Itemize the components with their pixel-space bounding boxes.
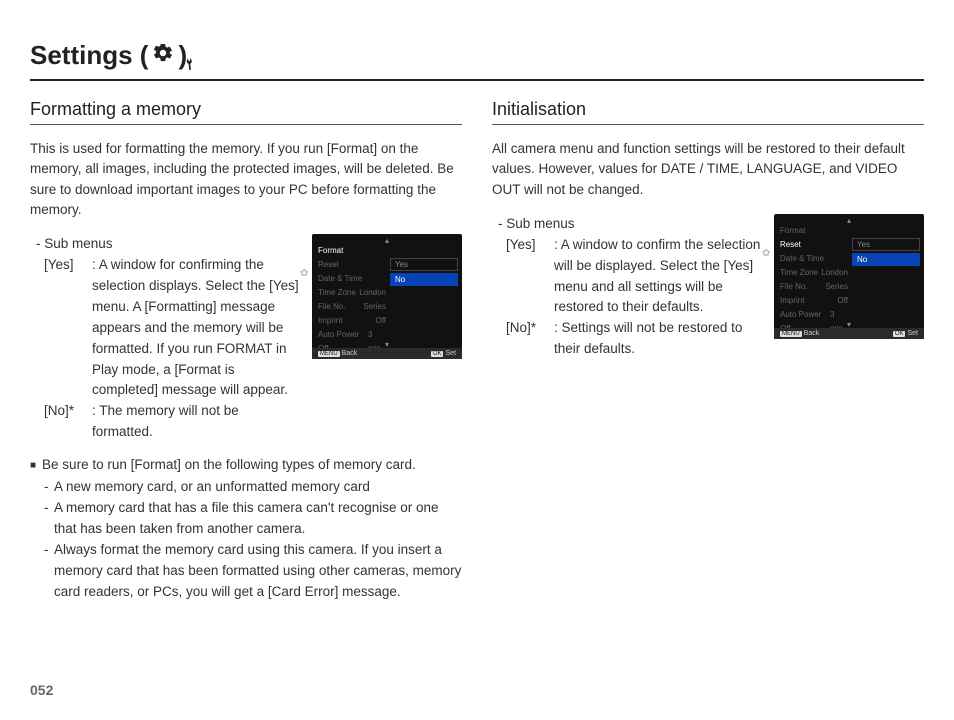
- page-number: 052: [30, 682, 53, 698]
- menu-screenshot-reset: ✿ ▴ Format Reset Date & Time Time ZoneLo…: [774, 214, 924, 329]
- menu-item: Auto Power Off3 min: [318, 328, 390, 342]
- menu-back: MENUBack: [318, 350, 357, 357]
- left-column: Formatting a memory This is used for for…: [30, 99, 462, 603]
- menu-item: Format: [780, 224, 852, 238]
- section-heading-init: Initialisation: [492, 99, 924, 125]
- menu-item: File No.Series: [780, 280, 852, 294]
- menu-option-no: No: [390, 273, 458, 286]
- init-intro: All camera menu and function settings wi…: [492, 139, 924, 200]
- right-column: Initialisation All camera menu and funct…: [492, 99, 924, 603]
- no-val: : Settings will not be restored to their…: [554, 318, 764, 360]
- menu-option-no: No: [852, 253, 920, 266]
- no-val: : The memory will not be formatted.: [92, 401, 302, 443]
- menu-item-highlight: Format: [318, 244, 390, 258]
- menu-item: File No.Series: [318, 300, 390, 314]
- yes-key: [Yes]: [506, 235, 554, 319]
- note1: A new memory card, or an unformatted mem…: [54, 477, 370, 498]
- sub-menus-label: - Sub menus: [498, 214, 764, 235]
- format-notes: ■ Be sure to run [Format] on the followin…: [30, 455, 462, 603]
- format-intro: This is used for formatting the memory. …: [30, 139, 462, 220]
- menu-item: Date & Time: [780, 252, 852, 266]
- menu-back: MENUBack: [780, 330, 819, 337]
- menu-screenshot-format: ✿ ▴ Format Reset Date & Time Time ZoneLo…: [312, 234, 462, 349]
- menu-item: Auto Power Off3 min: [780, 308, 852, 322]
- yes-key: [Yes]: [44, 255, 92, 401]
- page-title: Settings ( ): [30, 40, 924, 81]
- menu-item-highlight: Reset: [780, 238, 852, 252]
- menu-item: ImprintOff: [318, 314, 390, 328]
- wrench-icon: [178, 40, 192, 71]
- menu-item: Time ZoneLondon: [318, 286, 390, 300]
- no-key: [No]*: [506, 318, 554, 360]
- yes-val: : A window for confirming the selection …: [92, 255, 302, 401]
- menu-item: Time ZoneLondon: [780, 266, 852, 280]
- menu-set: OKSet: [431, 350, 456, 357]
- menu-item: Reset: [318, 258, 390, 272]
- section-heading-format: Formatting a memory: [30, 99, 462, 125]
- menu-set: OKSet: [893, 330, 918, 337]
- menu-option-yes: Yes: [852, 238, 920, 251]
- note3: Always format the memory card using this…: [54, 540, 462, 603]
- menu-gear-icon: ✿: [762, 248, 770, 259]
- menu-option-yes: Yes: [390, 258, 458, 271]
- menu-item: Date & Time: [318, 272, 390, 286]
- no-key: [No]*: [44, 401, 92, 443]
- gear-icon: [152, 40, 174, 71]
- sub-menus-label: - Sub menus: [36, 234, 302, 255]
- menu-item: ImprintOff: [780, 294, 852, 308]
- note-main: Be sure to run [Format] on the following…: [42, 455, 416, 477]
- title-prefix: Settings (: [30, 40, 148, 71]
- square-bullet-icon: ■: [30, 455, 36, 477]
- note2: A memory card that has a file this camer…: [54, 498, 462, 540]
- yes-val: : A window to confirm the selection will…: [554, 235, 764, 319]
- menu-gear-icon: ✿: [300, 268, 308, 279]
